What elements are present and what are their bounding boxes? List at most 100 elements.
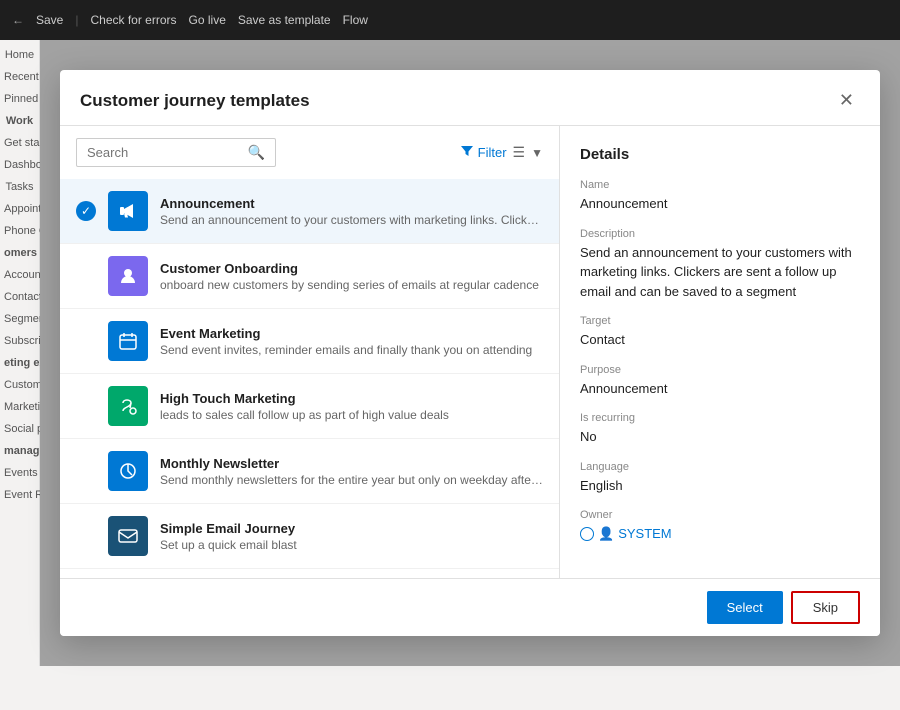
check-errors-btn[interactable]: Check for errors — [90, 13, 176, 27]
recurring-value: No — [580, 427, 860, 447]
back-icon[interactable]: ← — [12, 13, 24, 27]
detail-recurring-field: Is recurring No — [580, 412, 860, 447]
search-input[interactable] — [87, 145, 242, 160]
template-description: Send monthly newsletters for the entire … — [160, 473, 543, 487]
template-info-announcement: Announcement Send an announcement to you… — [160, 196, 543, 227]
template-name: Announcement — [160, 196, 543, 211]
sidebar-item-getstart[interactable]: Get start — [0, 132, 39, 154]
template-name: High Touch Marketing — [160, 391, 543, 406]
sidebar-item-dashboard[interactable]: Dashbo — [0, 154, 39, 176]
sidebar-item-marketing-ex[interactable]: eting ex — [0, 352, 39, 374]
template-name: Monthly Newsletter — [160, 456, 543, 471]
sidebar-item-recent[interactable]: Recent — [0, 66, 39, 88]
template-item[interactable]: Monthly Newsletter Send monthly newslett… — [60, 439, 559, 504]
sidebar-item-account[interactable]: Account — [0, 264, 39, 286]
sidebar-item-marketing[interactable]: Marketi — [0, 396, 39, 418]
template-item[interactable]: Customer Onboarding onboard new customer… — [60, 244, 559, 309]
sidebar: Home Recent Pinned Work Get start Dashbo… — [0, 40, 40, 666]
email-icon — [108, 516, 148, 556]
save-btn[interactable]: Save — [36, 13, 63, 27]
template-description: Send an announcement to your customers w… — [160, 213, 543, 227]
dialog-footer: Select Skip — [60, 578, 880, 636]
template-item[interactable]: Simple Email Journey Set up a quick emai… — [60, 504, 559, 569]
select-button[interactable]: Select — [707, 591, 783, 624]
dialog-body: 🔍 Filter ☰ — [60, 126, 880, 578]
template-name: Simple Email Journey — [160, 521, 543, 536]
description-label: Description — [580, 228, 860, 240]
flow-btn[interactable]: Flow — [343, 13, 368, 27]
template-list: ✓ — [60, 179, 559, 578]
sidebar-item-events[interactable]: Events — [0, 462, 39, 484]
sidebar-item-tasks[interactable]: Tasks — [0, 176, 39, 198]
sidebar-item-social[interactable]: Social p — [0, 418, 39, 440]
template-description: onboard new customers by sending series … — [160, 278, 543, 292]
detail-name-field: Name Announcement — [580, 179, 860, 214]
search-input-wrap[interactable]: 🔍 — [76, 138, 276, 167]
sidebar-item-work[interactable]: Work — [0, 110, 39, 132]
sidebar-item-home[interactable]: Home — [0, 44, 39, 66]
sidebar-item-customers[interactable]: omers — [0, 242, 39, 264]
chevron-down-icon[interactable]: ▼ — [531, 146, 543, 160]
description-value: Send an announcement to your customers w… — [580, 243, 860, 302]
filter-button[interactable]: Filter — [460, 144, 507, 161]
template-item[interactable]: High Touch Marketing leads to sales call… — [60, 374, 559, 439]
sidebar-item-customer-journeys[interactable]: Custome — [0, 374, 39, 396]
sidebar-item-event-reg[interactable]: Event Re — [0, 484, 39, 506]
detail-target-field: Target Contact — [580, 315, 860, 350]
purpose-label: Purpose — [580, 364, 860, 376]
filter-icon — [460, 144, 474, 161]
filter-area: Filter ☰ ▼ — [460, 144, 543, 161]
dialog-header: Customer journey templates ✕ — [60, 70, 880, 126]
save-as-template-btn[interactable]: Save as template — [238, 13, 331, 27]
template-info-email: Simple Email Journey Set up a quick emai… — [160, 521, 543, 552]
list-view-icon[interactable]: ☰ — [513, 144, 526, 161]
sidebar-item-segments[interactable]: Segment — [0, 308, 39, 330]
template-item[interactable]: Event Marketing Send event invites, remi… — [60, 309, 559, 374]
owner-person-icon: 👤 — [598, 524, 614, 544]
template-info-newsletter: Monthly Newsletter Send monthly newslett… — [160, 456, 543, 487]
dialog-close-button[interactable]: ✕ — [833, 88, 860, 113]
template-info-event: Event Marketing Send event invites, remi… — [160, 326, 543, 357]
topbar-nav: ← Save | Check for errors Go live Save a… — [12, 13, 368, 27]
newsletter-icon — [108, 451, 148, 491]
dialog-overlay: Customer journey templates ✕ 🔍 — [40, 40, 900, 666]
sidebar-item-subscriptions[interactable]: Subscri — [0, 330, 39, 352]
detail-language-field: Language English — [580, 461, 860, 496]
sidebar-item-pinned[interactable]: Pinned — [0, 88, 39, 110]
divider: | — [75, 13, 78, 27]
selected-checkmark: ✓ — [76, 201, 96, 221]
owner-icon-circle — [580, 527, 594, 541]
sidebar-item-manage[interactable]: manage — [0, 440, 39, 462]
template-description: leads to sales call follow up as part of… — [160, 408, 543, 422]
sidebar-item-contacts[interactable]: Contact — [0, 286, 39, 308]
owner-value[interactable]: 👤 SYSTEM — [580, 524, 860, 544]
sidebar-item-appointments[interactable]: Appoint — [0, 198, 39, 220]
search-icon: 🔍 — [248, 144, 265, 161]
app-topbar: ← Save | Check for errors Go live Save a… — [0, 0, 900, 40]
hightouch-icon — [108, 386, 148, 426]
language-label: Language — [580, 461, 860, 473]
template-name: Customer Onboarding — [160, 261, 543, 276]
filter-label: Filter — [478, 145, 507, 160]
app-content: Home Recent Pinned Work Get start Dashbo… — [0, 40, 900, 666]
onboarding-icon — [108, 256, 148, 296]
target-value: Contact — [580, 330, 860, 350]
template-check-announcement: ✓ — [76, 201, 96, 221]
template-description: Send event invites, reminder emails and … — [160, 343, 543, 357]
name-label: Name — [580, 179, 860, 191]
go-live-btn[interactable]: Go live — [189, 13, 226, 27]
app-background: ← Save | Check for errors Go live Save a… — [0, 0, 900, 710]
template-name: Event Marketing — [160, 326, 543, 341]
template-item[interactable]: ✓ — [60, 179, 559, 244]
template-list-panel: 🔍 Filter ☰ — [60, 126, 560, 578]
announcement-icon — [108, 191, 148, 231]
template-info-hightouch: High Touch Marketing leads to sales call… — [160, 391, 543, 422]
sidebar-item-phone[interactable]: Phone C — [0, 220, 39, 242]
skip-button[interactable]: Skip — [791, 591, 860, 624]
owner-label: Owner — [580, 509, 860, 521]
customer-journey-dialog: Customer journey templates ✕ 🔍 — [60, 70, 880, 636]
details-heading: Details — [580, 146, 860, 163]
name-value: Announcement — [580, 194, 860, 214]
main-area: Customer journey templates ✕ 🔍 — [40, 40, 900, 666]
detail-purpose-field: Purpose Announcement — [580, 364, 860, 399]
